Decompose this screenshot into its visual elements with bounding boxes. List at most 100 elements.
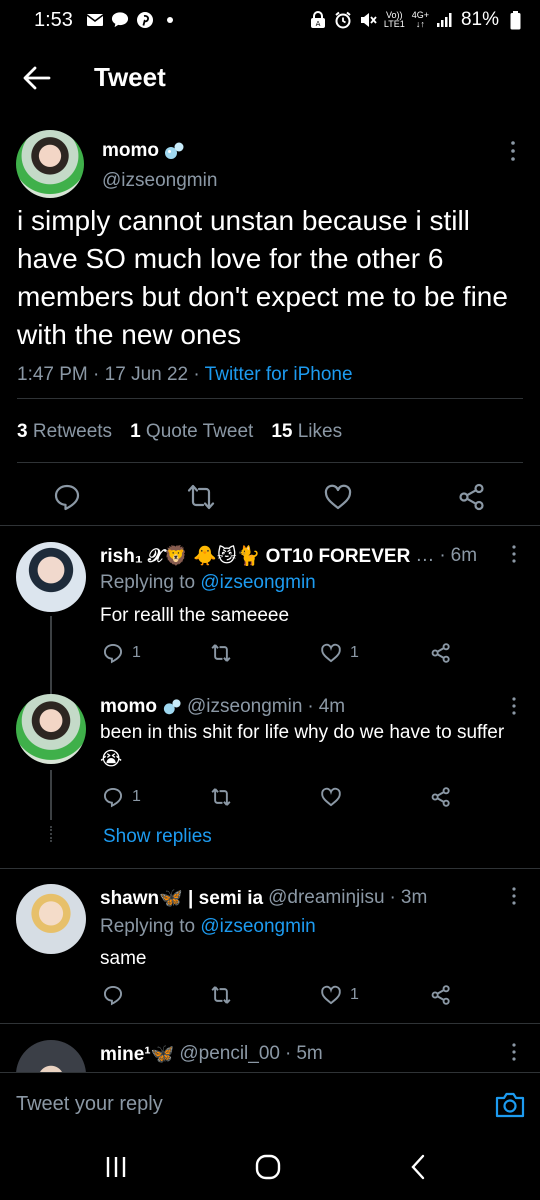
reply-header: rish₁ 𝒳🦁 🐥😼🐈 OT10 FOREVER … · 6m bbox=[100, 544, 478, 568]
reply-author-name[interactable]: rish₁ 𝒳🦁 🐥😼🐈 OT10 FOREVER bbox=[100, 544, 410, 568]
reply-icon bbox=[103, 787, 123, 808]
retweet-button[interactable] bbox=[210, 642, 232, 664]
heart-icon bbox=[321, 787, 341, 807]
reply-time: 4m bbox=[318, 696, 346, 717]
share-button[interactable] bbox=[457, 482, 487, 512]
share-button[interactable] bbox=[430, 984, 452, 1006]
tweet-meta: 1:47 PM · 17 Jun 22 · Twitter for iPhone bbox=[17, 364, 353, 385]
tweet-text: i simply cannot unstan because i still h… bbox=[17, 205, 508, 350]
show-replies-link[interactable]: Show replies bbox=[103, 826, 212, 848]
reply-button[interactable] bbox=[102, 984, 124, 1006]
share-icon bbox=[431, 643, 450, 663]
reply-author-handle[interactable]: @dreaminjisu bbox=[268, 887, 384, 909]
replying-to-handle[interactable]: @izseongmin bbox=[200, 916, 315, 937]
avatar[interactable] bbox=[16, 884, 86, 954]
chevron-left-icon bbox=[411, 1154, 425, 1180]
reply-author-name[interactable]: momo bbox=[100, 696, 157, 718]
retweet-icon bbox=[187, 484, 215, 510]
author-handle[interactable]: @izseongmin bbox=[102, 170, 217, 192]
replying-to-handle[interactable]: @izseongmin bbox=[200, 572, 315, 593]
likes-stat[interactable]: 15 Likes bbox=[271, 421, 342, 443]
reply-text: For realll the sameeee bbox=[100, 605, 290, 626]
retweet-icon bbox=[211, 986, 231, 1004]
bubbles-icon bbox=[163, 699, 181, 715]
reply-button[interactable]: 1 bbox=[102, 786, 141, 808]
more-options-button[interactable] bbox=[510, 886, 518, 906]
signal-icon bbox=[436, 11, 454, 29]
avatar[interactable] bbox=[16, 130, 84, 198]
back-button[interactable] bbox=[22, 64, 52, 92]
reply-icon bbox=[103, 643, 123, 664]
status-time: 1:53 bbox=[34, 8, 73, 31]
home-icon bbox=[255, 1154, 281, 1180]
reply-time: 6m bbox=[450, 545, 478, 566]
page-title: Tweet bbox=[94, 62, 166, 92]
share-button[interactable] bbox=[430, 642, 452, 664]
reply-icon bbox=[103, 985, 123, 1006]
reply-author-handle[interactable]: @pencil_00 bbox=[179, 1043, 280, 1065]
like-button[interactable]: 1 bbox=[320, 984, 359, 1006]
like-count: 1 bbox=[350, 644, 359, 661]
retweet-button[interactable] bbox=[186, 482, 216, 512]
recents-button[interactable] bbox=[104, 1154, 134, 1180]
avatar[interactable] bbox=[16, 542, 86, 612]
reply-header: mine¹🦋 @pencil_00 · 5m bbox=[100, 1042, 323, 1066]
reply-text: been in this shit for life why do we hav… bbox=[100, 722, 505, 770]
like-button[interactable]: 1 bbox=[320, 642, 359, 664]
network-type: 4G+ ↓↑ bbox=[411, 10, 429, 29]
reply-button[interactable]: 1 bbox=[102, 642, 141, 664]
avatar[interactable] bbox=[16, 694, 86, 764]
more-options-button[interactable] bbox=[510, 1042, 518, 1062]
reply-author-name[interactable]: shawn🦋 | semi ia bbox=[100, 886, 263, 910]
mail-icon bbox=[86, 11, 104, 29]
svg-text:A: A bbox=[315, 20, 320, 28]
more-options-button[interactable] bbox=[510, 544, 518, 564]
divider bbox=[17, 462, 523, 463]
reply-actions: 1 bbox=[0, 786, 540, 812]
reply-actions: 1 bbox=[0, 984, 540, 1010]
reply-composer: Tweet your reply bbox=[0, 1072, 540, 1132]
camera-icon bbox=[495, 1092, 525, 1118]
like-count: 1 bbox=[350, 986, 359, 1003]
home-button[interactable] bbox=[254, 1154, 284, 1180]
reply-input[interactable]: Tweet your reply bbox=[16, 1093, 163, 1116]
more-vertical-icon bbox=[511, 141, 515, 161]
reply-button[interactable] bbox=[52, 482, 82, 512]
tweet-actions bbox=[0, 482, 540, 512]
alarm-icon bbox=[334, 11, 352, 29]
tweet-source[interactable]: Twitter for iPhone bbox=[205, 364, 353, 385]
reply-count: 1 bbox=[132, 644, 141, 661]
share-button[interactable] bbox=[430, 786, 452, 808]
like-button[interactable] bbox=[320, 786, 342, 808]
like-button[interactable] bbox=[323, 482, 353, 512]
avatar[interactable] bbox=[16, 1040, 86, 1072]
back-arrow-icon bbox=[23, 66, 51, 90]
author-name[interactable]: momo bbox=[102, 140, 185, 162]
retweets-stat[interactable]: 3 Retweets bbox=[17, 421, 112, 443]
reply-author-handle[interactable]: @izseongmin bbox=[187, 696, 302, 718]
tweet-time: 1:47 PM bbox=[17, 364, 88, 385]
reply-author-name[interactable]: mine¹🦋 bbox=[100, 1042, 174, 1066]
reply-icon bbox=[54, 484, 80, 511]
share-icon bbox=[431, 985, 450, 1005]
divider bbox=[0, 868, 540, 869]
camera-button[interactable] bbox=[494, 1089, 526, 1121]
more-options-button[interactable] bbox=[508, 140, 518, 162]
system-nav-bar bbox=[0, 1132, 540, 1200]
lock-icon: A bbox=[309, 11, 327, 29]
system-back-button[interactable] bbox=[408, 1154, 438, 1180]
recents-icon bbox=[106, 1157, 126, 1177]
share-icon bbox=[459, 483, 484, 511]
heart-icon bbox=[324, 484, 352, 510]
more-vertical-icon bbox=[512, 887, 516, 905]
divider bbox=[0, 1023, 540, 1024]
talk-icon bbox=[111, 11, 129, 29]
tweet-stats: 3 Retweets 1 Quote Tweet 15 Likes bbox=[17, 421, 342, 443]
retweet-button[interactable] bbox=[210, 984, 232, 1006]
retweet-button[interactable] bbox=[210, 786, 232, 808]
more-options-button[interactable] bbox=[510, 696, 518, 716]
quotes-stat[interactable]: 1 Quote Tweet bbox=[130, 421, 253, 443]
more-vertical-icon bbox=[512, 1043, 516, 1061]
reply-item[interactable]: mine¹🦋 @pencil_00 · 5m bbox=[0, 1040, 540, 1072]
heart-icon bbox=[321, 985, 341, 1005]
